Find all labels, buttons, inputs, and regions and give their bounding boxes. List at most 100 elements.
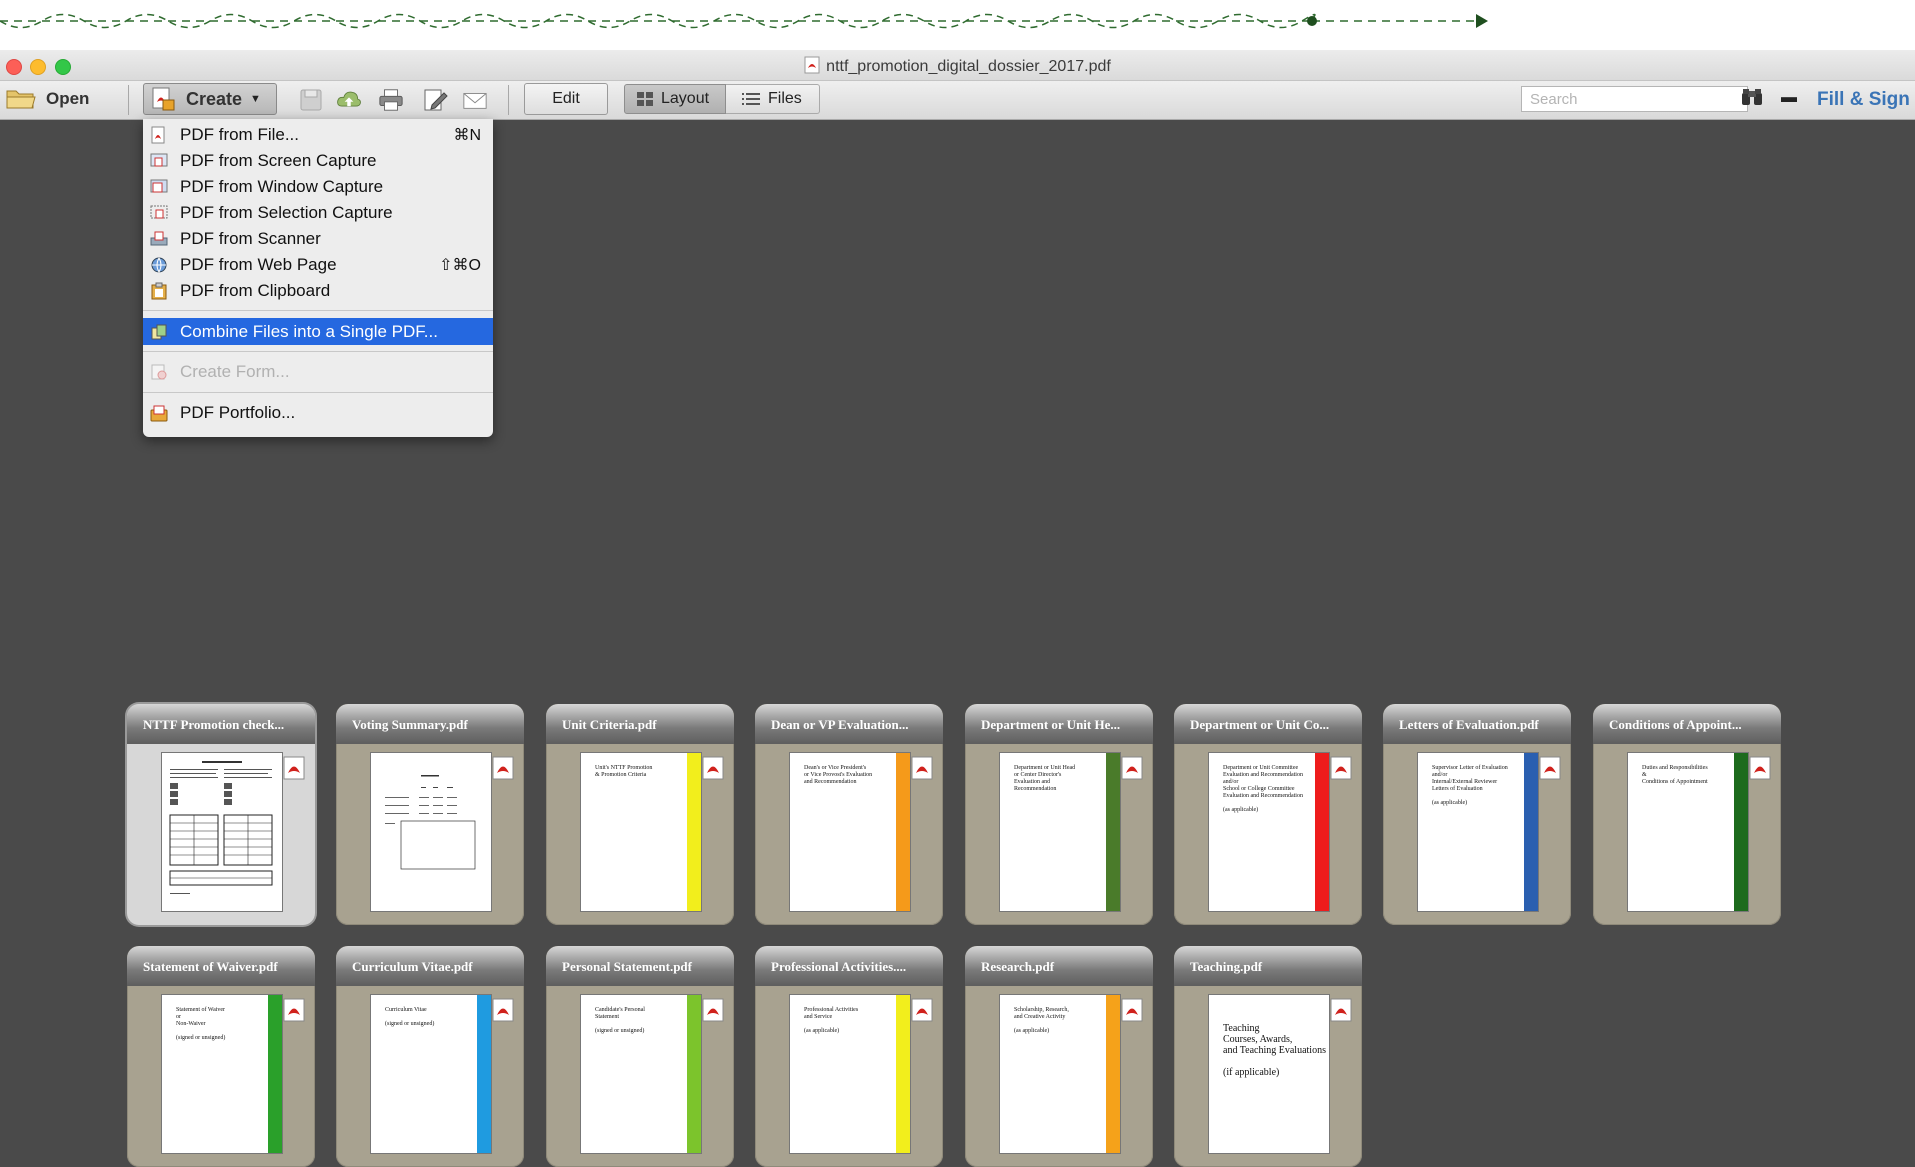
pdf-file-icon — [1749, 756, 1771, 780]
file-tile-header: Conditions of Appoint... — [1593, 704, 1781, 744]
pdf-file-icon — [911, 756, 933, 780]
form-icon — [151, 364, 167, 380]
file-tile-header: Personal Statement.pdf — [546, 946, 734, 986]
file-tile[interactable]: Professional Activities.... Professional… — [755, 946, 943, 1167]
menu-item-pdf-from-window-capture[interactable]: PDF from Window Capture — [143, 174, 493, 200]
file-preview-text: Professional Activities and Service (as … — [804, 1007, 859, 1034]
section-color-bar — [1734, 753, 1748, 911]
file-tile[interactable]: Dean or VP Evaluation... Dean's or Vice … — [755, 704, 943, 925]
file-tile[interactable]: Unit Criteria.pdf Unit's NTTF Promotion … — [546, 704, 734, 925]
main-toolbar: Open Create ▼ Edit Layout Files Search ▬… — [0, 81, 1915, 120]
file-name: Curriculum Vitae.pdf — [352, 959, 473, 974]
menu-shortcut: ⇧⌘O — [439, 257, 481, 274]
file-name: Voting Summary.pdf — [352, 717, 468, 732]
menu-item-label: PDF from Selection Capture — [180, 203, 393, 222]
window-capture-icon — [150, 179, 168, 193]
menu-item-pdf-from-clipboard[interactable]: PDF from Clipboard — [143, 278, 493, 304]
file-preview-text: Department or Unit Head or Center Direct… — [1014, 765, 1076, 792]
section-color-bar — [1106, 753, 1120, 911]
file-tile[interactable]: Statement of Waiver.pdf Statement of Wai… — [127, 946, 315, 1167]
file-name: Personal Statement.pdf — [562, 959, 692, 974]
file-tile-header: NTTF Promotion check... — [127, 704, 315, 744]
search-input[interactable] — [1528, 90, 1732, 109]
file-preview-page: Department or Unit Head or Center Direct… — [999, 752, 1121, 912]
open-label: Open — [46, 89, 90, 108]
section-color-bar — [896, 995, 910, 1153]
file-preview-text: Supervisor Letter of Evaluation and/or I… — [1432, 765, 1508, 806]
file-preview-page: Unit's NTTF Promotion & Promotion Criter… — [580, 752, 702, 912]
globe-icon — [151, 257, 167, 274]
file-preview-text: Teaching Courses, Awards, and Teaching E… — [1223, 1023, 1326, 1078]
menu-item-pdf-from-screen-capture[interactable]: PDF from Screen Capture — [143, 148, 493, 174]
pdf-file-icon — [1539, 756, 1561, 780]
file-preview-page: Scholarship, Research, and Creative Acti… — [999, 994, 1121, 1154]
file-preview-text: Unit's NTTF Promotion & Promotion Criter… — [595, 765, 653, 778]
search-options-icon[interactable]: ▬ — [1781, 89, 1797, 107]
binoculars-icon[interactable] — [1741, 87, 1763, 107]
menu-item-pdf-from-file[interactable]: PDF from File... ⌘N — [143, 122, 493, 148]
file-preview-text: Scholarship, Research, and Creative Acti… — [1014, 1007, 1069, 1034]
upload-cloud-icon[interactable] — [336, 87, 362, 113]
file-tile[interactable]: Teaching.pdf Teaching Courses, Awards, a… — [1174, 946, 1362, 1167]
file-tile[interactable]: Voting Summary.pdf — [336, 704, 524, 925]
menu-item-label: PDF from File... — [180, 125, 300, 144]
pdf-file-icon — [492, 998, 514, 1022]
voting-summary-preview — [385, 775, 476, 870]
file-tile[interactable]: Department or Unit Co... Department or U… — [1174, 704, 1362, 925]
layout-view-button[interactable]: Layout — [624, 84, 726, 114]
file-tile[interactable]: NTTF Promotion check... — [127, 704, 315, 925]
file-preview-text: Department or Unit Committee Evaluation … — [1223, 765, 1303, 813]
section-color-bar — [477, 995, 491, 1153]
edit-document-icon[interactable] — [422, 87, 448, 113]
files-view-button[interactable]: Files — [726, 84, 820, 114]
file-name: Teaching.pdf — [1190, 959, 1263, 974]
pdf-file-icon — [911, 998, 933, 1022]
file-name: Professional Activities.... — [771, 959, 907, 974]
file-name: Dean or VP Evaluation... — [771, 717, 909, 732]
edit-button[interactable]: Edit — [524, 83, 608, 115]
pdf-file-icon — [1330, 756, 1352, 780]
decorative-wave-banner — [0, 0, 1915, 50]
menu-item-label: PDF from Window Capture — [180, 177, 384, 196]
file-tile[interactable]: Curriculum Vitae.pdf Curriculum Vitae (s… — [336, 946, 524, 1167]
file-tile[interactable]: Department or Unit He... Department or U… — [965, 704, 1153, 925]
file-tile[interactable]: Letters of Evaluation.pdf Supervisor Let… — [1383, 704, 1571, 925]
file-name: Department or Unit Co... — [1190, 717, 1330, 732]
email-icon[interactable] — [462, 87, 488, 113]
menu-item-pdf-portfolio[interactable]: PDF Portfolio... — [143, 400, 493, 426]
file-name: Letters of Evaluation.pdf — [1399, 717, 1539, 732]
file-tile-header: Dean or VP Evaluation... — [755, 704, 943, 744]
file-preview-page: Supervisor Letter of Evaluation and/or I… — [1417, 752, 1539, 912]
section-color-bar — [268, 995, 282, 1153]
file-tile[interactable]: Research.pdf Scholarship, Research, and … — [965, 946, 1153, 1167]
menu-item-pdf-from-selection-capture[interactable]: PDF from Selection Capture — [143, 200, 493, 226]
file-tile[interactable]: Conditions of Appoint... Duties and Resp… — [1593, 704, 1781, 925]
file-preview-page — [370, 752, 492, 912]
window-title: nttf_promotion_digital_dossier_2017.pdf — [826, 58, 1111, 75]
file-name: Conditions of Appoint... — [1609, 717, 1742, 732]
create-button[interactable]: Create ▼ — [143, 83, 277, 115]
section-color-bar — [687, 995, 701, 1153]
open-button[interactable]: Open — [6, 83, 121, 115]
print-icon[interactable] — [378, 87, 404, 113]
file-preview-page: Duties and Responsibilities & Conditions… — [1627, 752, 1749, 912]
pdf-file-icon — [1121, 998, 1143, 1022]
pdf-file-icon — [283, 756, 305, 780]
menu-item-create-form[interactable]: Create Form... — [143, 359, 493, 385]
file-preview-page: Dean's or Vice President's or Vice Provo… — [789, 752, 911, 912]
file-tile[interactable]: Personal Statement.pdf Candidate's Perso… — [546, 946, 734, 1167]
pdf-file-icon — [1330, 998, 1352, 1022]
menu-item-combine-files[interactable]: Combine Files into a Single PDF... — [143, 318, 493, 345]
file-name: Statement of Waiver.pdf — [143, 959, 278, 974]
pdf-file-icon — [804, 56, 820, 74]
menu-item-label: PDF from Web Page — [180, 255, 337, 274]
menu-item-pdf-from-web-page[interactable]: PDF from Web Page ⇧⌘O — [143, 252, 493, 278]
save-icon[interactable] — [298, 87, 324, 113]
file-preview-text: Dean's or Vice President's or Vice Provo… — [804, 765, 873, 785]
menu-item-pdf-from-scanner[interactable]: PDF from Scanner — [143, 226, 493, 252]
file-tile-header: Professional Activities.... — [755, 946, 943, 986]
fill-sign-button[interactable]: Fill & Sign — [1817, 89, 1910, 111]
layout-label: Layout — [661, 90, 710, 107]
file-preview-page: Candidate's Personal Statement (signed o… — [580, 994, 702, 1154]
menu-item-label: PDF from Screen Capture — [180, 151, 377, 170]
